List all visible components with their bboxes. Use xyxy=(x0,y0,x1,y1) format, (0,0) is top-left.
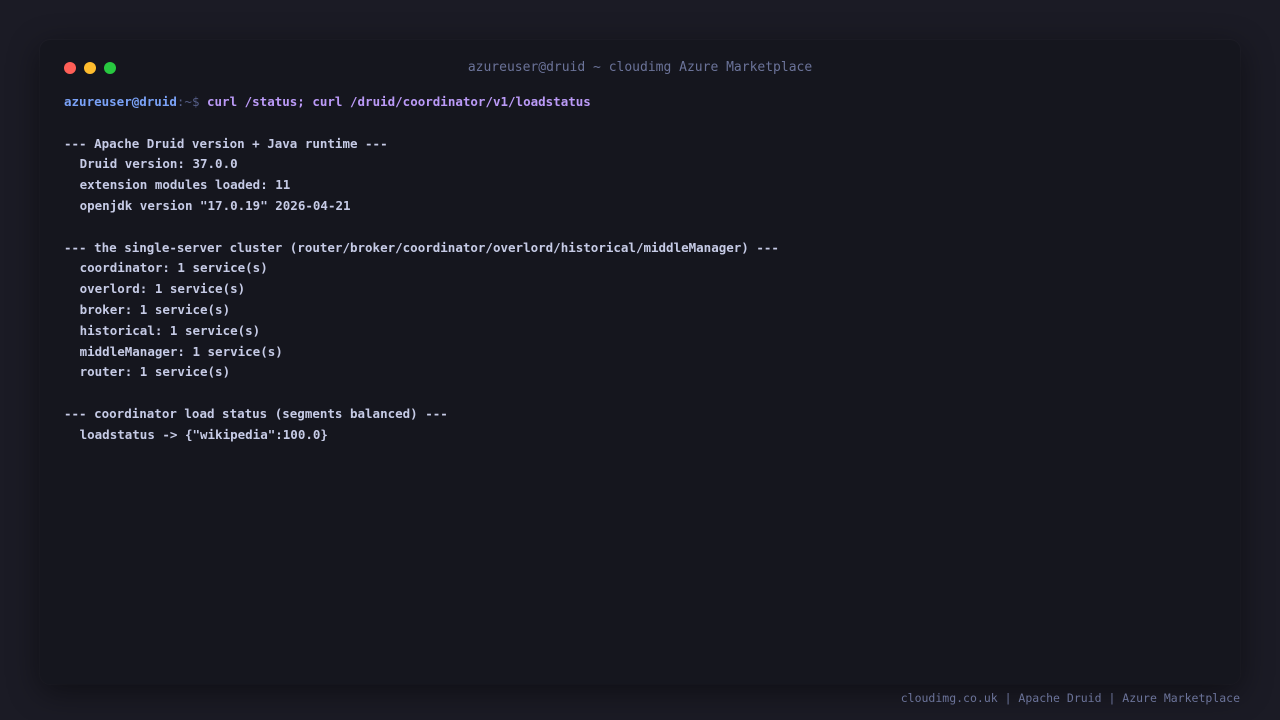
section-header-loadstatus: --- coordinator load status (segments ba… xyxy=(64,405,448,421)
prompt-user-host: azureuser@druid xyxy=(64,94,177,109)
output-line-historical: historical: 1 service(s) xyxy=(79,322,261,338)
section-header-cluster: --- the single-server cluster (router/br… xyxy=(64,239,779,255)
output-line-router: router: 1 service(s) xyxy=(79,364,231,380)
output-line-loadstatus: loadstatus -> {"wikipedia":100.0} xyxy=(79,426,328,442)
window-title: azureuser@druid ~ cloudimg Azure Marketp… xyxy=(467,60,813,75)
output-line-overlord: overlord: 1 service(s) xyxy=(79,281,246,297)
section-header-version: --- Apache Druid version + Java runtime … xyxy=(64,135,388,151)
output-line-middlemanager: middleManager: 1 service(s) xyxy=(79,343,283,359)
output-line-openjdk-version: openjdk version "17.0.19" 2026-04-21 xyxy=(79,197,351,213)
prompt-separator: :~$ xyxy=(176,94,207,109)
terminal-window: azureuser@druid ~ cloudimg Azure Marketp… xyxy=(40,40,1240,684)
title-bar: azureuser@druid ~ cloudimg Azure Marketp… xyxy=(40,40,1240,96)
output-line-druid-version: Druid version: 37.0.0 xyxy=(79,156,238,172)
output-line-extension-modules: extension modules loaded: 11 xyxy=(79,177,291,193)
output-line-broker: broker: 1 service(s) xyxy=(79,301,231,317)
command-prompt-line: azureuser@druid:~$ curl /status; curl /d… xyxy=(64,92,1216,113)
footer-caption: cloudimg.co.uk | Apache Druid | Azure Ma… xyxy=(900,691,1240,705)
prompt-command: curl /status; curl /druid/coordinator/v1… xyxy=(207,94,591,109)
terminal-output[interactable]: azureuser@druid:~$ curl /status; curl /d… xyxy=(64,92,1216,446)
output-line-coordinator: coordinator: 1 service(s) xyxy=(79,260,268,276)
